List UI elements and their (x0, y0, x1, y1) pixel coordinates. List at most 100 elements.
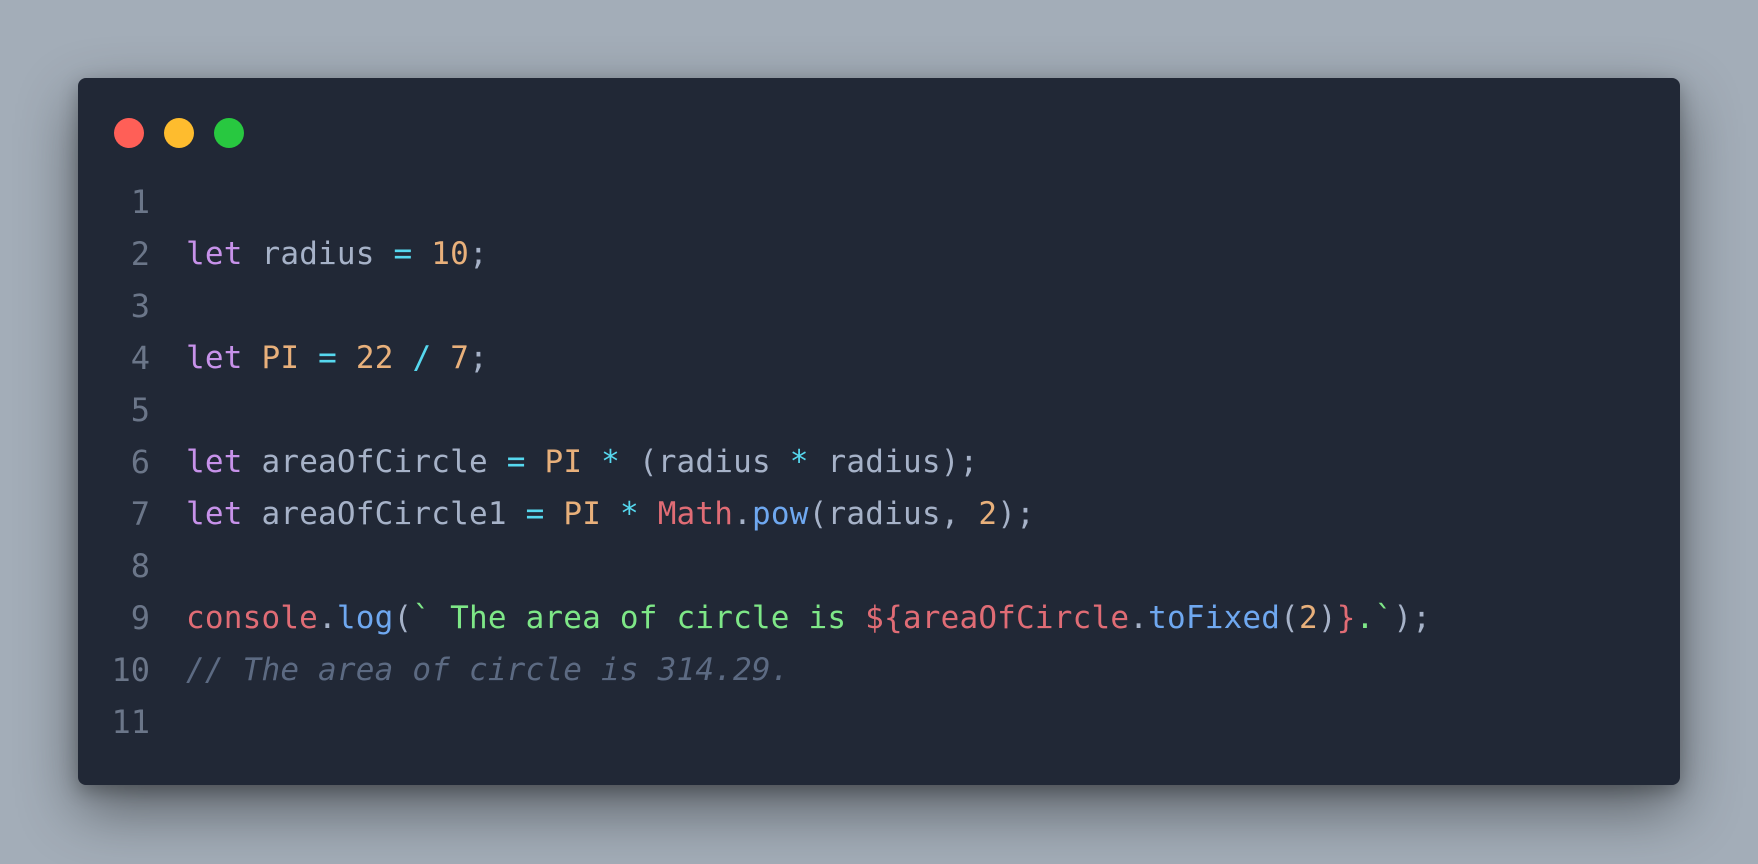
code-token: 7 (450, 340, 470, 376)
code-token: radius (827, 496, 941, 532)
code-token: ); (940, 444, 979, 480)
code-token: areaOfCircle1 (261, 496, 507, 532)
code-token: toFixed (1148, 600, 1281, 636)
code-token: ${ (865, 600, 903, 636)
code-token: Math (657, 496, 734, 532)
code-window: 1 2 let radius = 10; 3 4 let PI = 22 / 7; 5 6 le… (78, 78, 1680, 785)
code-token: * (789, 444, 809, 480)
code-token: PI (261, 340, 300, 376)
line-number: 5 (130, 391, 150, 429)
code-line: 3 (78, 280, 1680, 332)
code-token: 2 (1299, 600, 1318, 636)
code-token: PI (563, 496, 602, 532)
code-token: ); (1393, 600, 1432, 636)
code-token: let (186, 340, 243, 376)
code-token: ); (997, 496, 1036, 532)
code-line: 10 // The area of circle is 314.29. (78, 644, 1680, 696)
line-number: 8 (130, 547, 150, 585)
code-token: ; (469, 340, 488, 376)
code-token: ` The area of circle is (412, 600, 866, 636)
code-line: 5 (78, 384, 1680, 436)
code-line: 9 console.log(` The area of circle is ${a… (78, 592, 1680, 644)
code-token: PI (544, 444, 583, 480)
code-line: 11 (78, 696, 1680, 748)
code-token: = (506, 444, 526, 480)
code-token: areaOfCircle (261, 444, 488, 480)
code-token: = (318, 340, 337, 376)
code-token: 10 (431, 236, 470, 272)
code-text: let areaOfCircle1 = PI * Math.pow(radius… (186, 488, 1035, 540)
line-number: 6 (130, 443, 150, 481)
line-number: 7 (130, 495, 150, 533)
code-line: 7 let areaOfCircle1 = PI * Math.pow(radiu… (78, 488, 1680, 540)
code-token: 2 (978, 496, 998, 532)
code-token: ( (808, 496, 828, 532)
code-line: 2 let radius = 10; (78, 228, 1680, 280)
code-token: areaOfCircle (902, 600, 1130, 636)
code-token: console (186, 600, 319, 636)
code-token: } (1336, 600, 1356, 636)
code-token: radius (657, 444, 771, 480)
line-number: 10 (111, 651, 150, 689)
code-token: * (619, 496, 639, 532)
line-number: 2 (130, 235, 150, 273)
code-token: .` (1355, 600, 1394, 636)
code-text: let areaOfCircle = PI * (radius * radius… (186, 436, 978, 488)
code-line: 8 (78, 540, 1680, 592)
code-token: / (412, 340, 432, 376)
code-line: 4 let PI = 22 / 7; (78, 332, 1680, 384)
line-number: 3 (130, 287, 150, 325)
code-token: = (393, 236, 413, 272)
code-token: let (186, 236, 243, 272)
code-token: radius (827, 444, 941, 480)
window-controls (114, 118, 244, 148)
code-token: ) (1317, 600, 1337, 636)
code-token: . (733, 496, 753, 532)
code-token: . (1129, 600, 1149, 636)
line-number: 11 (111, 703, 150, 741)
minimize-icon[interactable] (164, 118, 194, 148)
line-number: 4 (130, 339, 150, 377)
code-token: let (186, 444, 243, 480)
code-editor[interactable]: 1 2 let radius = 10; 3 4 let PI = 22 / 7; 5 6 le… (78, 176, 1680, 748)
code-token: let (186, 496, 243, 532)
code-token: ( (619, 444, 658, 480)
code-text: console.log(` The area of circle is ${ar… (186, 592, 1431, 644)
code-token: = (525, 496, 545, 532)
code-token: ( (393, 600, 413, 636)
code-token: 22 (355, 340, 394, 376)
code-text: let PI = 22 / 7; (186, 332, 488, 384)
code-token: radius (261, 236, 375, 272)
code-token: ( (1280, 600, 1300, 636)
code-text: let radius = 10; (186, 228, 488, 280)
code-line: 6 let areaOfCircle = PI * (radius * radiu… (78, 436, 1680, 488)
maximize-icon[interactable] (214, 118, 244, 148)
close-icon[interactable] (114, 118, 144, 148)
code-token: , (940, 496, 979, 532)
line-number: 1 (130, 183, 150, 221)
line-number: 9 (130, 599, 150, 637)
code-token: ; (469, 236, 488, 272)
code-token: pow (752, 496, 809, 532)
code-text: // The area of circle is 314.29. (186, 644, 790, 696)
code-token: . (318, 600, 337, 636)
code-token: // The area of circle is 314.29. (186, 652, 790, 688)
